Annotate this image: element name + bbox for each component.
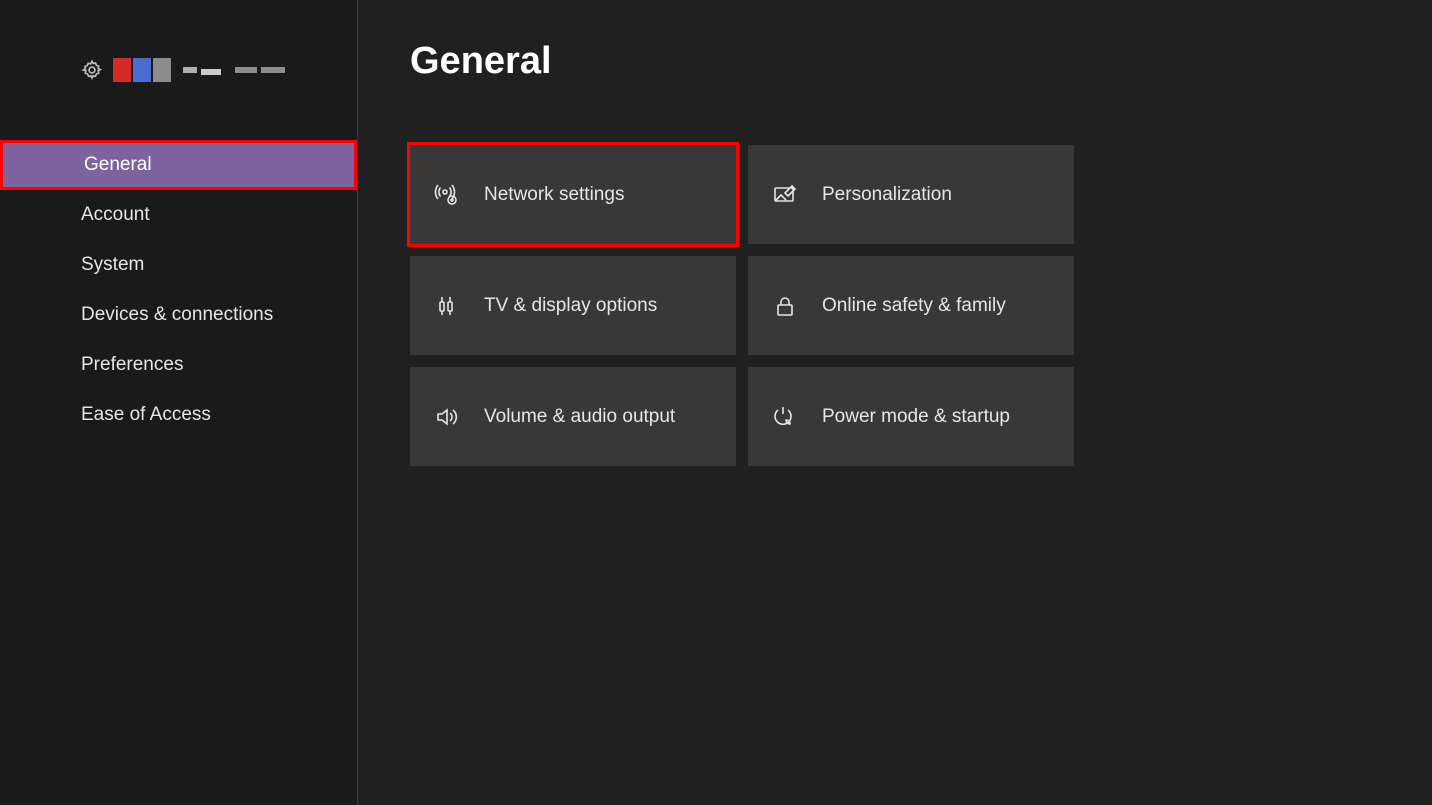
avatar xyxy=(113,58,131,82)
volume-icon xyxy=(434,404,460,430)
tile-personalization[interactable]: Personalization xyxy=(748,145,1074,244)
avatar xyxy=(133,58,151,82)
sidebar-item-devices[interactable]: Devices & connections xyxy=(0,290,357,340)
sidebar-item-ease-of-access[interactable]: Ease of Access xyxy=(0,390,357,440)
profile-row xyxy=(0,58,357,82)
network-icon xyxy=(434,182,460,208)
lock-icon xyxy=(772,293,798,319)
personalization-icon xyxy=(772,182,798,208)
tile-label: Volume & audio output xyxy=(484,406,675,428)
tile-label: Power mode & startup xyxy=(822,406,1010,428)
tile-power-startup[interactable]: Power mode & startup xyxy=(748,367,1074,466)
tv-display-icon xyxy=(434,293,460,319)
tile-online-safety[interactable]: Online safety & family xyxy=(748,256,1074,355)
page-title: General xyxy=(410,40,1380,83)
gear-icon xyxy=(81,59,103,81)
sidebar-item-label: General xyxy=(84,154,152,176)
tile-label: Online safety & family xyxy=(822,295,1006,317)
main-panel: General Network settings xyxy=(358,0,1432,805)
sidebar-item-general[interactable]: General xyxy=(0,140,357,190)
sidebar-item-preferences[interactable]: Preferences xyxy=(0,340,357,390)
sidebar-item-label: System xyxy=(81,254,144,276)
power-icon xyxy=(772,404,798,430)
sidebar-item-label: Ease of Access xyxy=(81,404,211,426)
sidebar-nav: General Account System Devices & connect… xyxy=(0,140,357,440)
sidebar-item-label: Preferences xyxy=(81,354,183,376)
sidebar-item-system[interactable]: System xyxy=(0,240,357,290)
avatar xyxy=(153,58,171,82)
sidebar-item-label: Devices & connections xyxy=(81,304,273,326)
sidebar-item-account[interactable]: Account xyxy=(0,190,357,240)
tile-volume-audio[interactable]: Volume & audio output xyxy=(410,367,736,466)
sidebar-item-label: Account xyxy=(81,204,150,226)
tile-label: Network settings xyxy=(484,184,624,206)
profile-name-blurred xyxy=(183,65,285,75)
tile-tv-display[interactable]: TV & display options xyxy=(410,256,736,355)
tile-label: TV & display options xyxy=(484,295,657,317)
tile-grid: Network settings Personalization TV xyxy=(410,145,1380,466)
tile-network-settings[interactable]: Network settings xyxy=(410,145,736,244)
tile-label: Personalization xyxy=(822,184,952,206)
sidebar: General Account System Devices & connect… xyxy=(0,0,358,805)
